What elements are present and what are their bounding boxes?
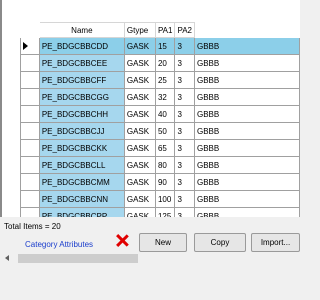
table-row[interactable]: PE_BDGCBBCKK GASK 65 3 GBBB [20,139,300,157]
cell-gbbb[interactable]: GBBB [194,88,300,106]
cell-name[interactable]: PE_BDGCBBCDD [38,37,125,55]
row-selector[interactable] [20,105,40,123]
cell-pa1[interactable]: 80 [154,156,176,174]
attribute-grid[interactable]: Name Gtype PA1 PA2 PE_BDGCBBCDD GASK 15 3 GB… [0,0,300,217]
cell-name[interactable]: PE_BDGCBBCGG [38,88,125,106]
cell-pa2[interactable]: 3 [174,173,195,191]
column-header-gtype[interactable]: Gtype [123,22,156,38]
table-row[interactable]: PE_BDGCBBCPP GASK 125 3 GBBB [20,207,300,217]
delete-icon[interactable] [115,233,129,247]
row-selector[interactable] [20,156,40,174]
cell-pa2[interactable]: 3 [174,37,195,55]
grid-table: Name Gtype PA1 PA2 PE_BDGCBBCDD GASK 15 3 GB… [20,22,300,217]
cell-pa2[interactable]: 3 [174,71,195,89]
row-selector[interactable] [20,207,40,217]
cell-name[interactable]: PE_BDGCBBCJJ [38,122,125,140]
cell-pa2[interactable]: 3 [174,54,195,72]
cell-name[interactable]: PE_BDGCBBCHH [38,105,125,123]
row-selector[interactable] [20,122,40,140]
table-row[interactable]: PE_BDGCBBCEE GASK 20 3 GBBB [20,54,300,72]
column-header-pa1[interactable]: PA1 [154,22,176,38]
cell-gtype[interactable]: GASK [123,54,156,72]
scroll-left-arrow-icon[interactable] [5,255,9,261]
category-attributes-link[interactable]: Category Attributes [25,240,93,249]
cell-gtype[interactable]: GASK [123,37,156,55]
cell-gbbb[interactable]: GBBB [194,190,300,208]
cell-gbbb[interactable]: GBBB [194,156,300,174]
row-selector[interactable] [20,190,40,208]
total-items-label: Total Items = 20 [4,222,61,231]
cell-gbbb[interactable]: GBBB [194,71,300,89]
grid-left-border [0,0,2,217]
cell-gtype[interactable]: GASK [123,105,156,123]
cell-gbbb[interactable]: GBBB [194,207,300,217]
cell-pa2[interactable]: 3 [174,207,195,217]
cell-pa2[interactable]: 3 [174,190,195,208]
cell-pa1[interactable]: 50 [154,122,176,140]
cell-pa1[interactable]: 90 [154,173,176,191]
cell-pa1[interactable]: 65 [154,139,176,157]
row-selector[interactable] [20,37,40,55]
grid-header-row: Name Gtype PA1 PA2 [20,22,300,38]
table-row[interactable]: PE_BDGCBBCFF GASK 25 3 GBBB [20,71,300,89]
cell-gtype[interactable]: GASK [123,71,156,89]
table-row[interactable]: PE_BDGCBBCMM GASK 90 3 GBBB [20,173,300,191]
column-header-pa2[interactable]: PA2 [174,22,195,38]
table-row[interactable]: PE_BDGCBBCHH GASK 40 3 GBBB [20,105,300,123]
import-button[interactable]: Import... [251,233,300,252]
copy-button[interactable]: Copy [194,233,246,252]
cell-name[interactable]: PE_BDGCBBCFF [38,71,125,89]
cell-pa1[interactable]: 25 [154,71,176,89]
cell-pa2[interactable]: 3 [174,156,195,174]
table-row[interactable]: PE_BDGCBBCLL GASK 80 3 GBBB [20,156,300,174]
column-header-blank [194,22,300,38]
cell-pa2[interactable]: 3 [174,88,195,106]
cell-gbbb[interactable]: GBBB [194,105,300,123]
horizontal-scrollbar[interactable] [0,254,300,264]
cell-name[interactable]: PE_BDGCBBCMM [38,173,125,191]
scroll-thumb[interactable] [18,254,138,263]
cell-pa2[interactable]: 3 [174,122,195,140]
row-selector[interactable] [20,54,40,72]
cell-gbbb[interactable]: GBBB [194,173,300,191]
cell-gtype[interactable]: GASK [123,156,156,174]
cell-gtype[interactable]: GASK [123,139,156,157]
table-row[interactable]: PE_BDGCBBCGG GASK 32 3 GBBB [20,88,300,106]
row-selector[interactable] [20,139,40,157]
cell-gbbb[interactable]: GBBB [194,37,300,55]
row-selector[interactable] [20,173,40,191]
cell-pa1[interactable]: 15 [154,37,176,55]
row-selector[interactable] [20,88,40,106]
cell-pa2[interactable]: 3 [174,139,195,157]
cell-pa1[interactable]: 32 [154,88,176,106]
cell-name[interactable]: PE_BDGCBBCPP [38,207,125,217]
header-selector [20,22,40,38]
cell-gbbb[interactable]: GBBB [194,122,300,140]
table-row[interactable]: PE_BDGCBBCDD GASK 15 3 GBBB [20,37,300,55]
cell-gbbb[interactable]: GBBB [194,139,300,157]
cell-pa1[interactable]: 100 [154,190,176,208]
row-selector[interactable] [20,71,40,89]
cell-pa1[interactable]: 40 [154,105,176,123]
cell-pa1[interactable]: 20 [154,54,176,72]
cell-name[interactable]: PE_BDGCBBCLL [38,156,125,174]
cell-gtype[interactable]: GASK [123,190,156,208]
cell-name[interactable]: PE_BDGCBBCEE [38,54,125,72]
cell-gtype[interactable]: GASK [123,88,156,106]
cell-gbbb[interactable]: GBBB [194,54,300,72]
cell-pa2[interactable]: 3 [174,105,195,123]
cell-name[interactable]: PE_BDGCBBCNN [38,190,125,208]
current-row-arrow-icon [23,42,28,51]
table-row[interactable]: PE_BDGCBBCNN GASK 100 3 GBBB [20,190,300,208]
column-header-name[interactable]: Name [38,22,125,38]
cell-gtype[interactable]: GASK [123,122,156,140]
cell-gtype[interactable]: GASK [123,173,156,191]
table-row[interactable]: PE_BDGCBBCJJ GASK 50 3 GBBB [20,122,300,140]
cell-pa1[interactable]: 125 [154,207,176,217]
cell-name[interactable]: PE_BDGCBBCKK [38,139,125,157]
new-button[interactable]: New [139,233,187,252]
cell-gtype[interactable]: GASK [123,207,156,217]
